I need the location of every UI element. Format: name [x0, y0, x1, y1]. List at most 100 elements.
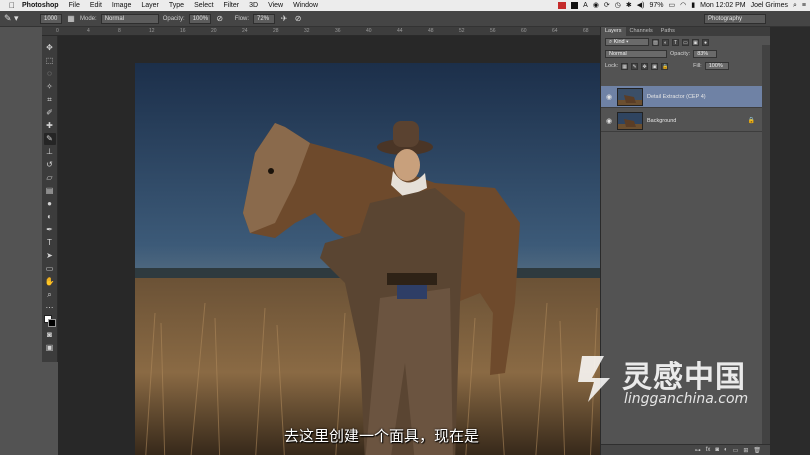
- menu-3d[interactable]: 3D: [244, 0, 263, 11]
- status-black-icon[interactable]: [571, 2, 579, 9]
- menu-app-photoshop[interactable]: Photoshop: [18, 0, 64, 11]
- layer-name[interactable]: Detail Extractor (CEP 4): [647, 94, 706, 100]
- brush-tool-preset-icon[interactable]: ✎ ▾: [4, 13, 28, 25]
- filter-shape-icon[interactable]: ▭: [682, 38, 689, 46]
- spotlight-icon[interactable]: ⌕: [793, 0, 797, 11]
- zoom-tool-icon[interactable]: ⌕: [44, 289, 56, 301]
- edit-toolbar-icon[interactable]: ⋯: [44, 302, 56, 314]
- filter-toggle-icon[interactable]: ●: [702, 38, 709, 46]
- gradient-tool-icon[interactable]: ▤: [44, 185, 56, 197]
- lock-all-icon[interactable]: 🔒: [661, 62, 668, 70]
- menu-edit[interactable]: Edit: [85, 0, 107, 11]
- status-red-icon[interactable]: [558, 2, 567, 9]
- lock-artboard-icon[interactable]: ▣: [651, 62, 659, 70]
- menu-view[interactable]: View: [263, 0, 288, 11]
- flow-field[interactable]: 72%: [253, 13, 276, 24]
- menu-file[interactable]: File: [64, 0, 85, 11]
- bluetooth-icon[interactable]: ✱: [626, 0, 632, 11]
- mode-dropdown[interactable]: Normal: [100, 13, 159, 24]
- blend-mode-dropdown[interactable]: Normal: [605, 50, 667, 58]
- notification-center-icon[interactable]: ≡: [802, 0, 806, 11]
- volume-icon[interactable]: ◀): [637, 0, 645, 11]
- menu-window[interactable]: Window: [288, 0, 323, 11]
- eraser-tool-icon[interactable]: ▱: [44, 172, 56, 184]
- status-time-machine-icon[interactable]: ◷: [615, 0, 621, 11]
- history-brush-tool-icon[interactable]: ↺: [44, 159, 56, 171]
- menu-layer[interactable]: Layer: [136, 0, 164, 11]
- document-canvas-photo[interactable]: [135, 63, 600, 455]
- menu-filter[interactable]: Filter: [219, 0, 245, 11]
- eyedropper-tool-icon[interactable]: ✐: [44, 107, 56, 119]
- brush-tool-icon[interactable]: ✎: [43, 133, 56, 145]
- ruler-tick: 20: [211, 28, 217, 34]
- filter-adjustment-icon[interactable]: ◐: [662, 38, 669, 46]
- flow-label: Flow:: [234, 15, 250, 22]
- filter-pixel-icon[interactable]: ▨: [652, 38, 659, 46]
- opacity-pressure-icon[interactable]: ⊘: [215, 14, 225, 24]
- layer-name[interactable]: Background: [647, 118, 676, 124]
- hand-tool-icon[interactable]: ✋: [44, 276, 56, 288]
- dodge-tool-icon[interactable]: ◐: [44, 211, 56, 223]
- battery-percent[interactable]: 97%: [650, 0, 664, 11]
- tab-paths[interactable]: Paths: [657, 27, 679, 36]
- size-pressure-icon[interactable]: ⊘: [293, 14, 303, 24]
- battery-icon[interactable]: ▭: [669, 0, 676, 11]
- rectangle-tool-icon[interactable]: ▭: [44, 263, 56, 275]
- status-a-icon[interactable]: A: [583, 0, 588, 11]
- menu-type[interactable]: Type: [164, 0, 189, 11]
- lock-pixels-icon[interactable]: ✎: [631, 62, 639, 70]
- delete-layer-icon[interactable]: 🗑: [753, 447, 761, 454]
- status-eye-icon[interactable]: ◉: [593, 0, 599, 11]
- layer-row-detail-extractor[interactable]: ◉ Detail Extractor (CEP 4): [601, 86, 763, 108]
- add-mask-icon[interactable]: ◙: [715, 447, 719, 453]
- adjustment-layer-icon[interactable]: ◐: [724, 447, 728, 453]
- user-name[interactable]: Joel Grimes: [751, 0, 788, 11]
- crop-tool-icon[interactable]: ⌗: [44, 94, 56, 106]
- color-swatches[interactable]: [43, 315, 56, 328]
- layer-opacity-field[interactable]: 83%: [693, 50, 718, 58]
- clone-stamp-tool-icon[interactable]: ⊥: [44, 146, 56, 158]
- lock-transparent-icon[interactable]: ▦: [621, 62, 629, 70]
- move-tool-icon[interactable]: ✥: [44, 42, 56, 54]
- workspace-switcher[interactable]: Photography: [704, 14, 766, 24]
- pen-tool-icon[interactable]: ✒: [44, 224, 56, 236]
- flag-icon[interactable]: ▮: [691, 0, 695, 11]
- clock-text[interactable]: Mon 12:02 PM: [700, 0, 746, 11]
- lock-position-icon[interactable]: ✥: [641, 62, 649, 70]
- opacity-field[interactable]: 100%: [188, 13, 211, 24]
- blur-tool-icon[interactable]: ●: [44, 198, 56, 210]
- menu-select[interactable]: Select: [189, 0, 218, 11]
- type-tool-icon[interactable]: T: [44, 237, 56, 249]
- brush-size-field[interactable]: 1000: [40, 13, 62, 24]
- layer-style-fx-icon[interactable]: fx: [706, 447, 711, 453]
- menu-image[interactable]: Image: [107, 0, 136, 11]
- background-color-swatch[interactable]: [47, 319, 56, 327]
- status-sync-icon[interactable]: ⟳: [604, 0, 610, 11]
- lasso-tool-icon[interactable]: ◌: [44, 68, 56, 80]
- tab-channels[interactable]: Channels: [626, 27, 657, 36]
- layer-thumbnail[interactable]: [617, 111, 643, 130]
- path-selection-tool-icon[interactable]: ➤: [44, 250, 56, 262]
- link-layers-icon[interactable]: ⊶: [695, 447, 701, 454]
- screen-mode-icon[interactable]: ▣: [44, 342, 56, 354]
- airbrush-icon[interactable]: ✈: [279, 14, 289, 24]
- healing-brush-tool-icon[interactable]: ✚: [44, 120, 56, 132]
- layer-fill-field[interactable]: 100%: [704, 62, 729, 70]
- filter-type-icon[interactable]: T: [672, 38, 679, 46]
- tab-layers[interactable]: Layers: [601, 27, 626, 36]
- wifi-icon[interactable]: ◠: [680, 0, 686, 11]
- quick-select-tool-icon[interactable]: ✧: [44, 81, 56, 93]
- visibility-eye-icon[interactable]: ◉: [601, 117, 617, 125]
- filter-smart-object-icon[interactable]: ▣: [692, 38, 699, 46]
- canvas-workarea[interactable]: [58, 36, 600, 455]
- visibility-eye-icon[interactable]: ◉: [601, 93, 617, 101]
- new-layer-icon[interactable]: ⊞: [743, 447, 748, 454]
- apple-icon[interactable]: : [6, 1, 18, 10]
- marquee-tool-icon[interactable]: ⬚: [44, 55, 56, 67]
- layer-filter-kind-dropdown[interactable]: ⌕ Kind ▾: [605, 38, 649, 46]
- layer-row-background[interactable]: ◉ Background 🔒: [601, 110, 763, 132]
- layer-thumbnail[interactable]: [617, 87, 643, 106]
- new-group-icon[interactable]: ▭: [733, 447, 739, 454]
- brush-panel-toggle-icon[interactable]: ▦: [66, 14, 76, 24]
- quick-mask-icon[interactable]: ◙: [44, 329, 56, 341]
